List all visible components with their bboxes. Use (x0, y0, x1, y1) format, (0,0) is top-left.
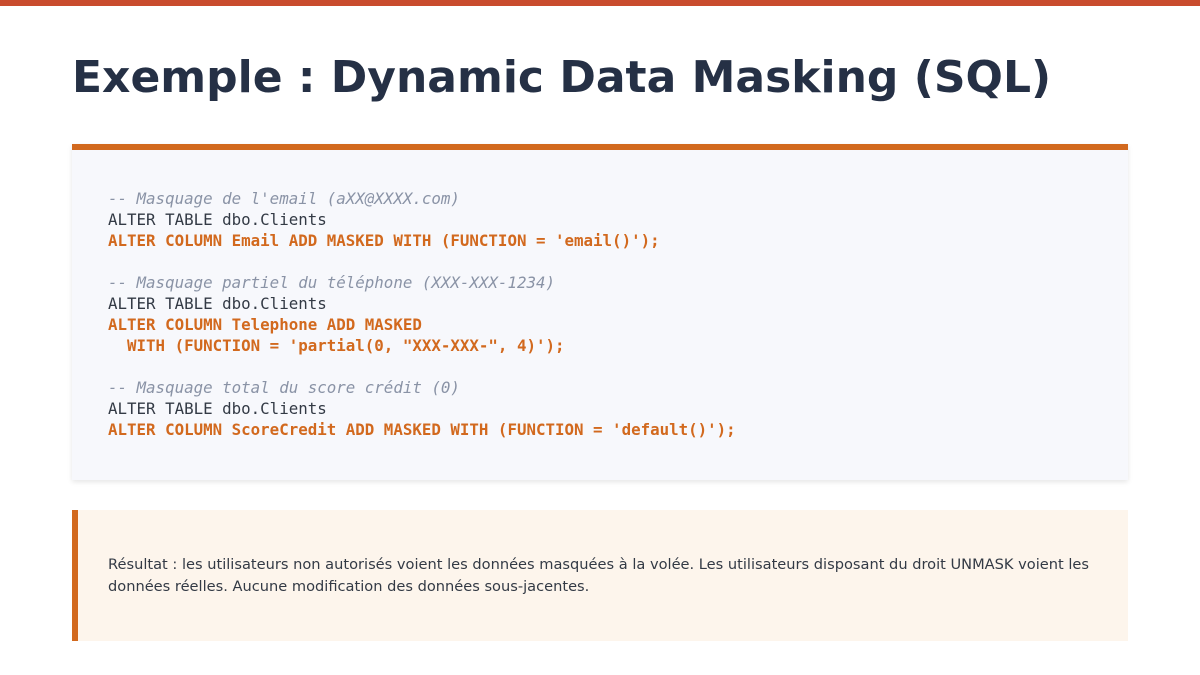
sql-code-block: -- Masquage de l'email (aXX@XXXX.com) ALT… (108, 188, 736, 440)
result-callout: Résultat : les utilisateurs non autorisé… (72, 510, 1128, 641)
code-panel: -- Masquage de l'email (aXX@XXXX.com) ALT… (72, 144, 1128, 480)
code-line: ALTER TABLE dbo.Clients (108, 399, 327, 418)
result-text: Résultat : les utilisateurs non autorisé… (108, 556, 1089, 595)
code-line: ALTER TABLE dbo.Clients (108, 294, 327, 313)
code-line: -- Masquage de l'email (aXX@XXXX.com) (108, 189, 460, 208)
code-line: -- Masquage total du score crédit (0) (108, 378, 460, 397)
code-line: -- Masquage partiel du téléphone (XXX-XX… (108, 273, 555, 292)
code-line: ALTER COLUMN Email ADD MASKED WITH (FUNC… (108, 231, 660, 250)
top-accent-bar (0, 0, 1200, 6)
code-line: ALTER COLUMN ScoreCredit ADD MASKED WITH… (108, 420, 736, 439)
slide-title: Exemple : Dynamic Data Masking (SQL) (72, 52, 1052, 103)
code-line: ALTER TABLE dbo.Clients (108, 210, 327, 229)
code-line: ALTER COLUMN Telephone ADD MASKED (108, 315, 422, 334)
code-line: WITH (FUNCTION = 'partial(0, "XXX-XXX-",… (108, 336, 565, 355)
